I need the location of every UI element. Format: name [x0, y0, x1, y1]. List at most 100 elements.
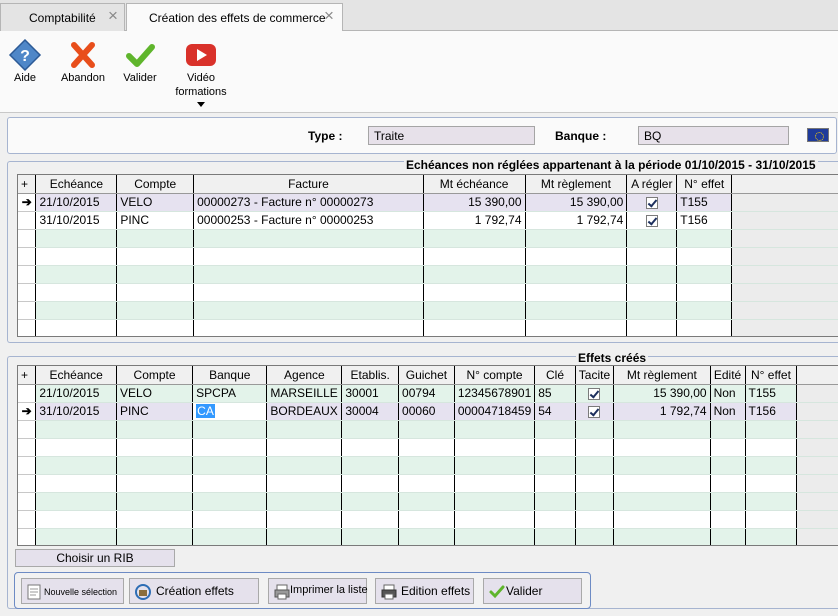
abandon-button[interactable]: Abandon — [58, 39, 108, 85]
empty-cell[interactable] — [35, 420, 117, 439]
empty-row[interactable] — [18, 456, 838, 475]
col-header[interactable]: Compte — [116, 366, 194, 385]
cell-echeance[interactable]: 31/10/2015 — [35, 211, 118, 230]
table-row[interactable]: 31/10/2015 PINC 00000253 - Facture n° 00… — [18, 211, 838, 230]
table-row[interactable]: ➔ 31/10/2015 PINC CA BORDEAUX 30004 0006… — [18, 402, 838, 421]
empty-cell[interactable] — [626, 301, 678, 320]
col-header[interactable]: Guichet — [398, 366, 455, 385]
col-header[interactable]: A régler — [626, 175, 678, 194]
add-row-icon[interactable]: + — [18, 366, 37, 385]
cell-n-effet[interactable]: T155 — [676, 193, 733, 212]
col-header[interactable]: Mt règlement — [525, 175, 628, 194]
close-icon[interactable]: × — [108, 7, 118, 25]
empty-row[interactable] — [18, 510, 838, 529]
empty-cell[interactable] — [341, 492, 400, 511]
empty-cell[interactable] — [193, 265, 424, 284]
row-selector[interactable] — [18, 528, 37, 545]
empty-row[interactable] — [18, 474, 838, 493]
col-header[interactable]: Echéance — [35, 366, 117, 385]
empty-cell[interactable] — [116, 456, 194, 475]
empty-cell[interactable] — [266, 492, 343, 511]
row-selector[interactable] — [18, 492, 37, 511]
cell-compte[interactable]: VELO — [116, 384, 194, 403]
cell-edite[interactable]: Non — [710, 384, 746, 403]
empty-cell[interactable] — [626, 229, 678, 248]
empty-cell[interactable] — [35, 301, 118, 320]
empty-cell[interactable] — [35, 456, 117, 475]
empty-cell[interactable] — [193, 229, 424, 248]
empty-cell[interactable] — [454, 510, 536, 529]
create-effects-button[interactable]: Création effets — [129, 578, 259, 604]
cell-echeance[interactable]: 31/10/2015 — [35, 402, 117, 421]
empty-row[interactable] — [18, 229, 838, 248]
row-selector[interactable] — [18, 229, 37, 248]
empty-cell[interactable] — [575, 528, 615, 545]
empty-cell[interactable] — [575, 438, 615, 457]
cell-compte[interactable]: VELO — [116, 193, 195, 212]
empty-cell[interactable] — [266, 420, 343, 439]
empty-cell[interactable] — [398, 510, 455, 529]
validate-button[interactable]: Valider — [118, 39, 162, 85]
empty-cell[interactable] — [116, 229, 195, 248]
empty-cell[interactable] — [116, 301, 195, 320]
empty-cell[interactable] — [575, 420, 615, 439]
empty-cell[interactable] — [35, 510, 117, 529]
cell-mt-reglement[interactable]: 15 390,00 — [525, 193, 628, 212]
empty-cell[interactable] — [116, 492, 194, 511]
row-selector[interactable] — [18, 319, 37, 336]
cell-cle[interactable]: 85 — [534, 384, 576, 403]
empty-cell[interactable] — [341, 510, 400, 529]
cell-n-compte[interactable]: 00004718459 — [454, 402, 536, 421]
row-selector[interactable] — [18, 247, 37, 266]
empty-cell[interactable] — [266, 474, 343, 493]
empty-cell[interactable] — [116, 438, 194, 457]
empty-cell[interactable] — [710, 510, 746, 529]
empty-cell[interactable] — [626, 283, 678, 302]
empty-cell[interactable] — [35, 229, 118, 248]
empty-cell[interactable] — [35, 492, 117, 511]
col-header[interactable]: N° compte — [454, 366, 536, 385]
tab-creation-effets[interactable]: Création des effets de commerce × — [126, 3, 343, 32]
empty-cell[interactable] — [35, 528, 117, 545]
cell-banque[interactable]: SPCPA — [192, 384, 268, 403]
cell-a-regler[interactable] — [626, 193, 678, 212]
empty-cell[interactable] — [626, 247, 678, 266]
empty-cell[interactable] — [534, 510, 576, 529]
empty-cell[interactable] — [266, 438, 343, 457]
empty-cell[interactable] — [398, 528, 455, 545]
empty-cell[interactable] — [35, 265, 118, 284]
empty-cell[interactable] — [710, 438, 746, 457]
empty-cell[interactable] — [192, 510, 268, 529]
col-header[interactable]: Agence — [266, 366, 343, 385]
empty-cell[interactable] — [525, 319, 628, 336]
col-header[interactable]: Tacite — [575, 366, 615, 385]
validate-bottom-button[interactable]: Valider — [483, 578, 582, 604]
cell-mt-echeance[interactable]: 1 792,74 — [423, 211, 526, 230]
cell-agence[interactable]: MARSEILLE — [266, 384, 343, 403]
col-header[interactable]: Echéance — [35, 175, 118, 194]
col-header[interactable]: Mt règlement — [613, 366, 711, 385]
empty-cell[interactable] — [613, 474, 711, 493]
empty-cell[interactable] — [745, 438, 798, 457]
empty-cell[interactable] — [341, 420, 400, 439]
cell-mt-echeance[interactable]: 15 390,00 — [423, 193, 526, 212]
row-selector[interactable] — [18, 510, 37, 529]
empty-cell[interactable] — [534, 474, 576, 493]
empty-cell[interactable] — [35, 438, 117, 457]
empty-cell[interactable] — [613, 456, 711, 475]
empty-row[interactable] — [18, 420, 838, 439]
empty-cell[interactable] — [454, 420, 536, 439]
empty-cell[interactable] — [710, 456, 746, 475]
empty-cell[interactable] — [116, 474, 194, 493]
empty-cell[interactable] — [398, 474, 455, 493]
empty-cell[interactable] — [710, 528, 746, 545]
cell-n-effet[interactable]: T156 — [676, 211, 733, 230]
empty-cell[interactable] — [710, 420, 746, 439]
empty-cell[interactable] — [710, 474, 746, 493]
empty-cell[interactable] — [613, 438, 711, 457]
empty-cell[interactable] — [423, 247, 526, 266]
empty-row[interactable] — [18, 265, 838, 284]
cell-agence[interactable]: BORDEAUX — [266, 402, 343, 421]
empty-cell[interactable] — [116, 247, 195, 266]
row-selector[interactable] — [18, 474, 37, 493]
